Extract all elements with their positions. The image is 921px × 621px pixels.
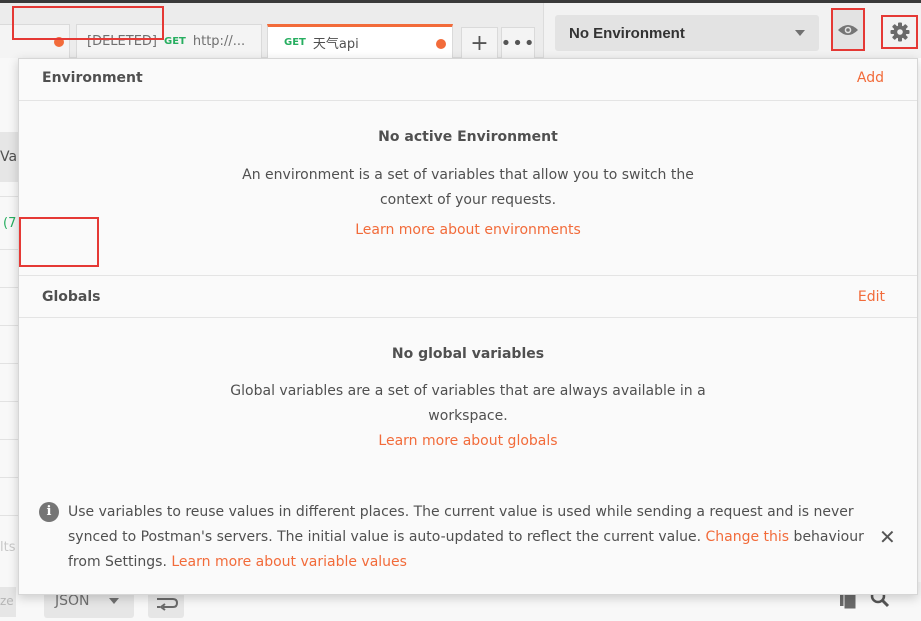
learn-environments-label[interactable]: Learn more about environments xyxy=(355,222,581,238)
learn-variable-values-link[interactable]: Learn more about variable values xyxy=(171,554,407,570)
close-icon[interactable]: ✕ xyxy=(879,527,896,547)
more-tabs-button[interactable]: ••• xyxy=(501,27,535,59)
globals-desc-line: workspace. xyxy=(428,408,508,424)
background-status: (7 xyxy=(3,216,17,231)
divider xyxy=(0,325,18,326)
highlight-box-globals xyxy=(19,217,99,267)
tab-name: http://... xyxy=(192,34,246,49)
globals-section-title: Globals xyxy=(42,289,101,305)
change-settings-link[interactable]: Change this xyxy=(706,529,790,545)
chevron-down-icon xyxy=(109,598,119,604)
globals-empty-title: No global variables xyxy=(391,346,545,362)
new-tab-button[interactable]: + xyxy=(461,27,498,59)
beautify-label: ze xyxy=(0,594,14,608)
tab-name: 天气api xyxy=(312,37,359,52)
highlight-box-environment xyxy=(12,6,164,40)
add-environment-link[interactable]: Add xyxy=(857,70,884,86)
manage-environments-button[interactable] xyxy=(881,15,918,49)
edit-globals-link[interactable]: Edit xyxy=(858,289,885,305)
info-banner-text: Use variables to reuse values in differe… xyxy=(68,500,868,575)
globals-section-header: Globals Edit xyxy=(19,275,917,318)
environment-select-value: No Environment xyxy=(569,24,685,42)
environment-quick-look-popup: Environment Add No active Environment An… xyxy=(18,58,918,595)
learn-globals-label[interactable]: Learn more about globals xyxy=(378,433,557,449)
format-select-value: JSON xyxy=(55,593,90,609)
learn-globals-link[interactable]: Learn more about globals xyxy=(19,433,917,449)
globals-empty-description: Global variables are a set of variables … xyxy=(19,379,917,429)
request-tab-active[interactable]: GET 天气api xyxy=(267,24,453,58)
learn-environments-link[interactable]: Learn more about environments xyxy=(19,222,917,238)
background-results-label: lts xyxy=(0,540,16,555)
divider xyxy=(0,287,18,288)
eye-icon xyxy=(838,24,858,35)
environment-quick-look-button[interactable] xyxy=(831,8,865,51)
divider xyxy=(0,401,18,402)
divider xyxy=(0,515,18,516)
divider xyxy=(0,196,18,197)
tab-method: GET xyxy=(284,37,306,48)
tab-method: GET xyxy=(164,36,186,47)
environment-select[interactable]: No Environment xyxy=(555,15,819,51)
environment-desc-line: An environment is a set of variables tha… xyxy=(242,167,694,183)
beautify-button[interactable]: ze xyxy=(0,587,16,617)
environment-section-header: Environment Add xyxy=(19,59,917,101)
environment-section-title: Environment xyxy=(42,70,143,86)
background-tab[interactable]: Vap xyxy=(0,132,18,182)
gear-icon xyxy=(890,22,909,42)
environment-empty-title: No active Environment xyxy=(378,129,558,145)
chevron-down-icon xyxy=(795,30,805,36)
divider xyxy=(0,439,18,440)
divider xyxy=(0,477,18,478)
environment-empty-description: An environment is a set of variables tha… xyxy=(19,163,917,213)
divider xyxy=(0,249,18,250)
info-icon: i xyxy=(39,502,59,522)
unsaved-dot-icon xyxy=(436,39,446,49)
background-tab-label: Vap xyxy=(0,149,18,165)
environment-desc-line: context of your requests. xyxy=(379,192,557,208)
globals-desc-line: Global variables are a set of variables … xyxy=(230,383,706,399)
divider xyxy=(0,363,18,364)
